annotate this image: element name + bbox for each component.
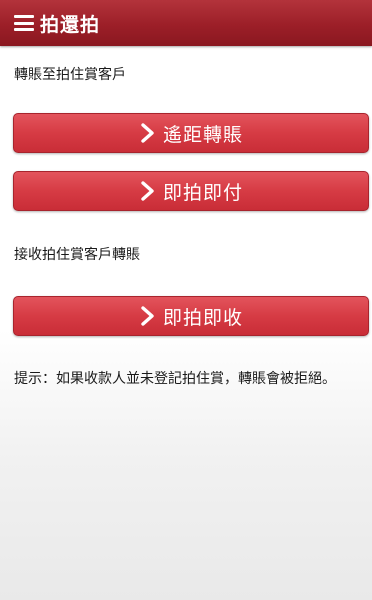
page-title: 拍還拍 [40,13,101,36]
app-header: 拍還拍 [0,0,372,46]
tap-and-receive-button[interactable]: 即拍即收 [13,296,369,336]
tap-and-pay-label: 即拍即付 [162,181,243,204]
chevron-right-icon [141,123,154,143]
remote-transfer-label: 遙距轉賬 [162,123,243,146]
chevron-right-icon [141,306,154,326]
receive-section-label: 接收拍住賞客戶轉賬 [14,247,140,263]
chevron-right-icon [141,181,154,201]
hamburger-menu-icon[interactable] [14,15,34,31]
tap-and-receive-label: 即拍即收 [162,306,243,329]
tap-and-pay-button[interactable]: 即拍即付 [13,171,369,211]
hint-text: 提示：如果收款人並未登記拍住賞，轉賬會被拒絕。 [14,371,336,387]
remote-transfer-button[interactable]: 遙距轉賬 [13,113,369,153]
transfer-section-label: 轉賬至拍住賞客戶 [14,67,126,83]
